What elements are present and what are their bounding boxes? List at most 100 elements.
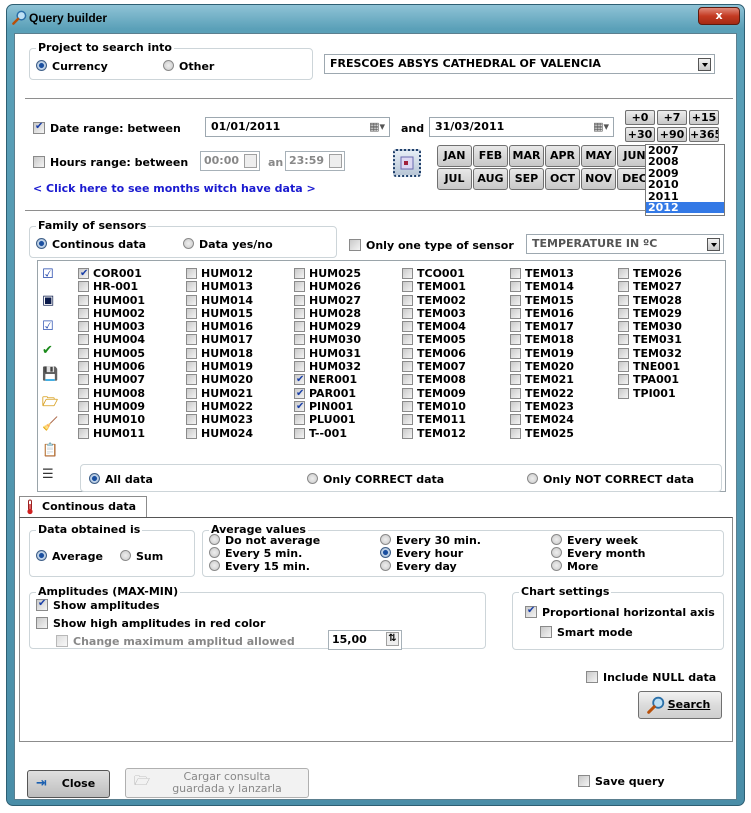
date-range-check[interactable] [33,121,45,134]
sensor-checkbox[interactable] [510,321,521,333]
sensor-checkbox[interactable] [186,414,197,426]
radio-all-data[interactable] [89,473,100,484]
average-radio[interactable] [551,547,562,558]
sensor-checkbox[interactable] [294,387,305,400]
sensor-item[interactable]: TEM011 [402,413,510,426]
save-query-check[interactable] [578,775,590,787]
calendar-dropdown-icon[interactable]: ▦▾ [593,118,609,136]
hours-range-check[interactable] [33,156,45,168]
sensor-item[interactable]: HUM016 [186,320,294,333]
sensor-checkbox[interactable] [186,307,197,319]
sensor-checkbox[interactable] [510,361,521,373]
sensor-item[interactable]: TEM031 [618,333,726,346]
clipboard-icon[interactable]: 📋 [42,443,58,459]
sensor-checkbox[interactable] [402,414,413,426]
month-button-oct[interactable]: OCT [545,168,580,190]
sensor-checkbox[interactable] [618,347,629,359]
month-button-mar[interactable]: MAR [509,145,544,167]
radio-average[interactable] [36,550,47,561]
sensor-item[interactable]: TEM001 [402,280,510,293]
sensor-item[interactable]: HUM018 [186,347,294,360]
title-bar[interactable]: Query builder [7,5,744,31]
clear-broom-icon[interactable]: 🧹 [42,417,58,433]
sensor-item[interactable]: TPA001 [618,373,726,386]
sensor-checkbox[interactable] [294,294,305,306]
sensor-item[interactable]: HUM022 [186,400,294,413]
add-0-days-button[interactable]: +0 [625,110,655,125]
sensor-checkbox[interactable] [618,321,629,333]
average-option[interactable]: Every 30 min. [380,534,481,547]
sensor-item[interactable]: TEM022 [510,387,618,400]
spinner-icon[interactable] [244,154,257,168]
sensor-checkbox[interactable] [510,334,521,346]
sensor-checkbox[interactable] [402,334,413,346]
spinner-icon[interactable] [329,154,342,168]
sensor-checkbox[interactable] [294,427,305,439]
smart-mode-checkbox[interactable]: Smart mode [540,626,633,639]
change-max-check[interactable] [56,635,68,647]
sensor-checkbox[interactable] [402,281,413,293]
sensor-item[interactable]: HUM011 [78,427,186,440]
sensor-checkbox[interactable] [402,321,413,333]
sensor-checkbox[interactable] [510,400,521,412]
sensor-item[interactable]: TEM019 [510,347,618,360]
sensor-item[interactable]: HUM028 [294,307,402,320]
month-button-jul[interactable]: JUL [437,168,472,190]
year-listbox[interactable]: 2007 2008 2009 2010 2011 2012 [645,144,725,216]
average-option[interactable]: Every 5 min. [209,547,302,560]
sensor-item[interactable]: TCO001 [402,267,510,280]
month-button-may[interactable]: MAY [581,145,616,167]
sensor-checkbox[interactable] [186,361,197,373]
add-90-days-button[interactable]: +90 [657,127,687,142]
sensor-checkbox[interactable] [510,414,521,426]
sensor-item[interactable]: HUM008 [78,387,186,400]
project-option-other[interactable]: Other [163,60,214,73]
sensor-item[interactable]: HUM004 [78,333,186,346]
month-button-sep[interactable]: SEP [509,168,544,190]
sensor-item[interactable]: HR-001 [78,280,186,293]
radio-not-correct-data[interactable] [527,473,538,484]
project-select[interactable]: FRESCOES ABSYS CATHEDRAL OF VALENCIA [324,54,715,74]
show-amplitudes-checkbox[interactable]: Show amplitudes [36,598,160,612]
sensor-item[interactable]: TEM026 [618,267,726,280]
radio-sum[interactable] [120,550,131,561]
sensor-checkbox[interactable] [78,307,89,319]
filter-not-correct-data[interactable]: Only NOT CORRECT data [527,473,694,486]
proportional-axis-check[interactable] [525,605,537,618]
sensor-item[interactable]: TEM008 [402,373,510,386]
close-button[interactable]: ⇥ Close [27,770,110,798]
sensor-item[interactable]: HUM003 [78,320,186,333]
sensor-item[interactable]: COR001 [78,267,186,280]
average-radio[interactable] [380,534,391,545]
average-option[interactable]: Every month [551,547,646,560]
date-range-checkbox[interactable]: Date range: between [33,121,181,135]
month-button-feb[interactable]: FEB [473,145,508,167]
month-button-apr[interactable]: APR [545,145,580,167]
sensor-item[interactable]: NER001 [294,373,402,386]
sensor-checkbox[interactable] [402,307,413,319]
sensor-checkbox[interactable] [186,347,197,359]
sensor-checkbox[interactable] [78,374,89,386]
sensor-checkbox[interactable] [402,347,413,359]
sensor-item[interactable]: HUM001 [78,294,186,307]
show-high-red-check[interactable] [36,617,48,629]
sensor-item[interactable]: HUM012 [186,267,294,280]
month-button-jan[interactable]: JAN [437,145,472,167]
sensor-item[interactable]: HUM032 [294,360,402,373]
sensor-item[interactable]: HUM006 [78,360,186,373]
sensor-checkbox[interactable] [402,427,413,439]
sensor-checkbox[interactable] [186,400,197,412]
sensor-item[interactable]: TEM018 [510,333,618,346]
sensor-checkbox[interactable] [402,374,413,386]
only-one-type-check[interactable] [349,239,361,251]
accept-icon[interactable]: ✔ [42,343,58,359]
sensor-item[interactable]: HUM017 [186,333,294,346]
sensor-item[interactable]: TEM029 [618,307,726,320]
sensor-checkbox[interactable] [294,321,305,333]
sensor-checkbox[interactable] [78,281,89,293]
sensor-checkbox[interactable] [78,334,89,346]
sensor-checkbox[interactable] [294,361,305,373]
sensor-checkbox[interactable] [618,334,629,346]
sensor-checkbox[interactable] [78,347,89,359]
hours-range-checkbox[interactable]: Hours range: between [33,156,188,169]
